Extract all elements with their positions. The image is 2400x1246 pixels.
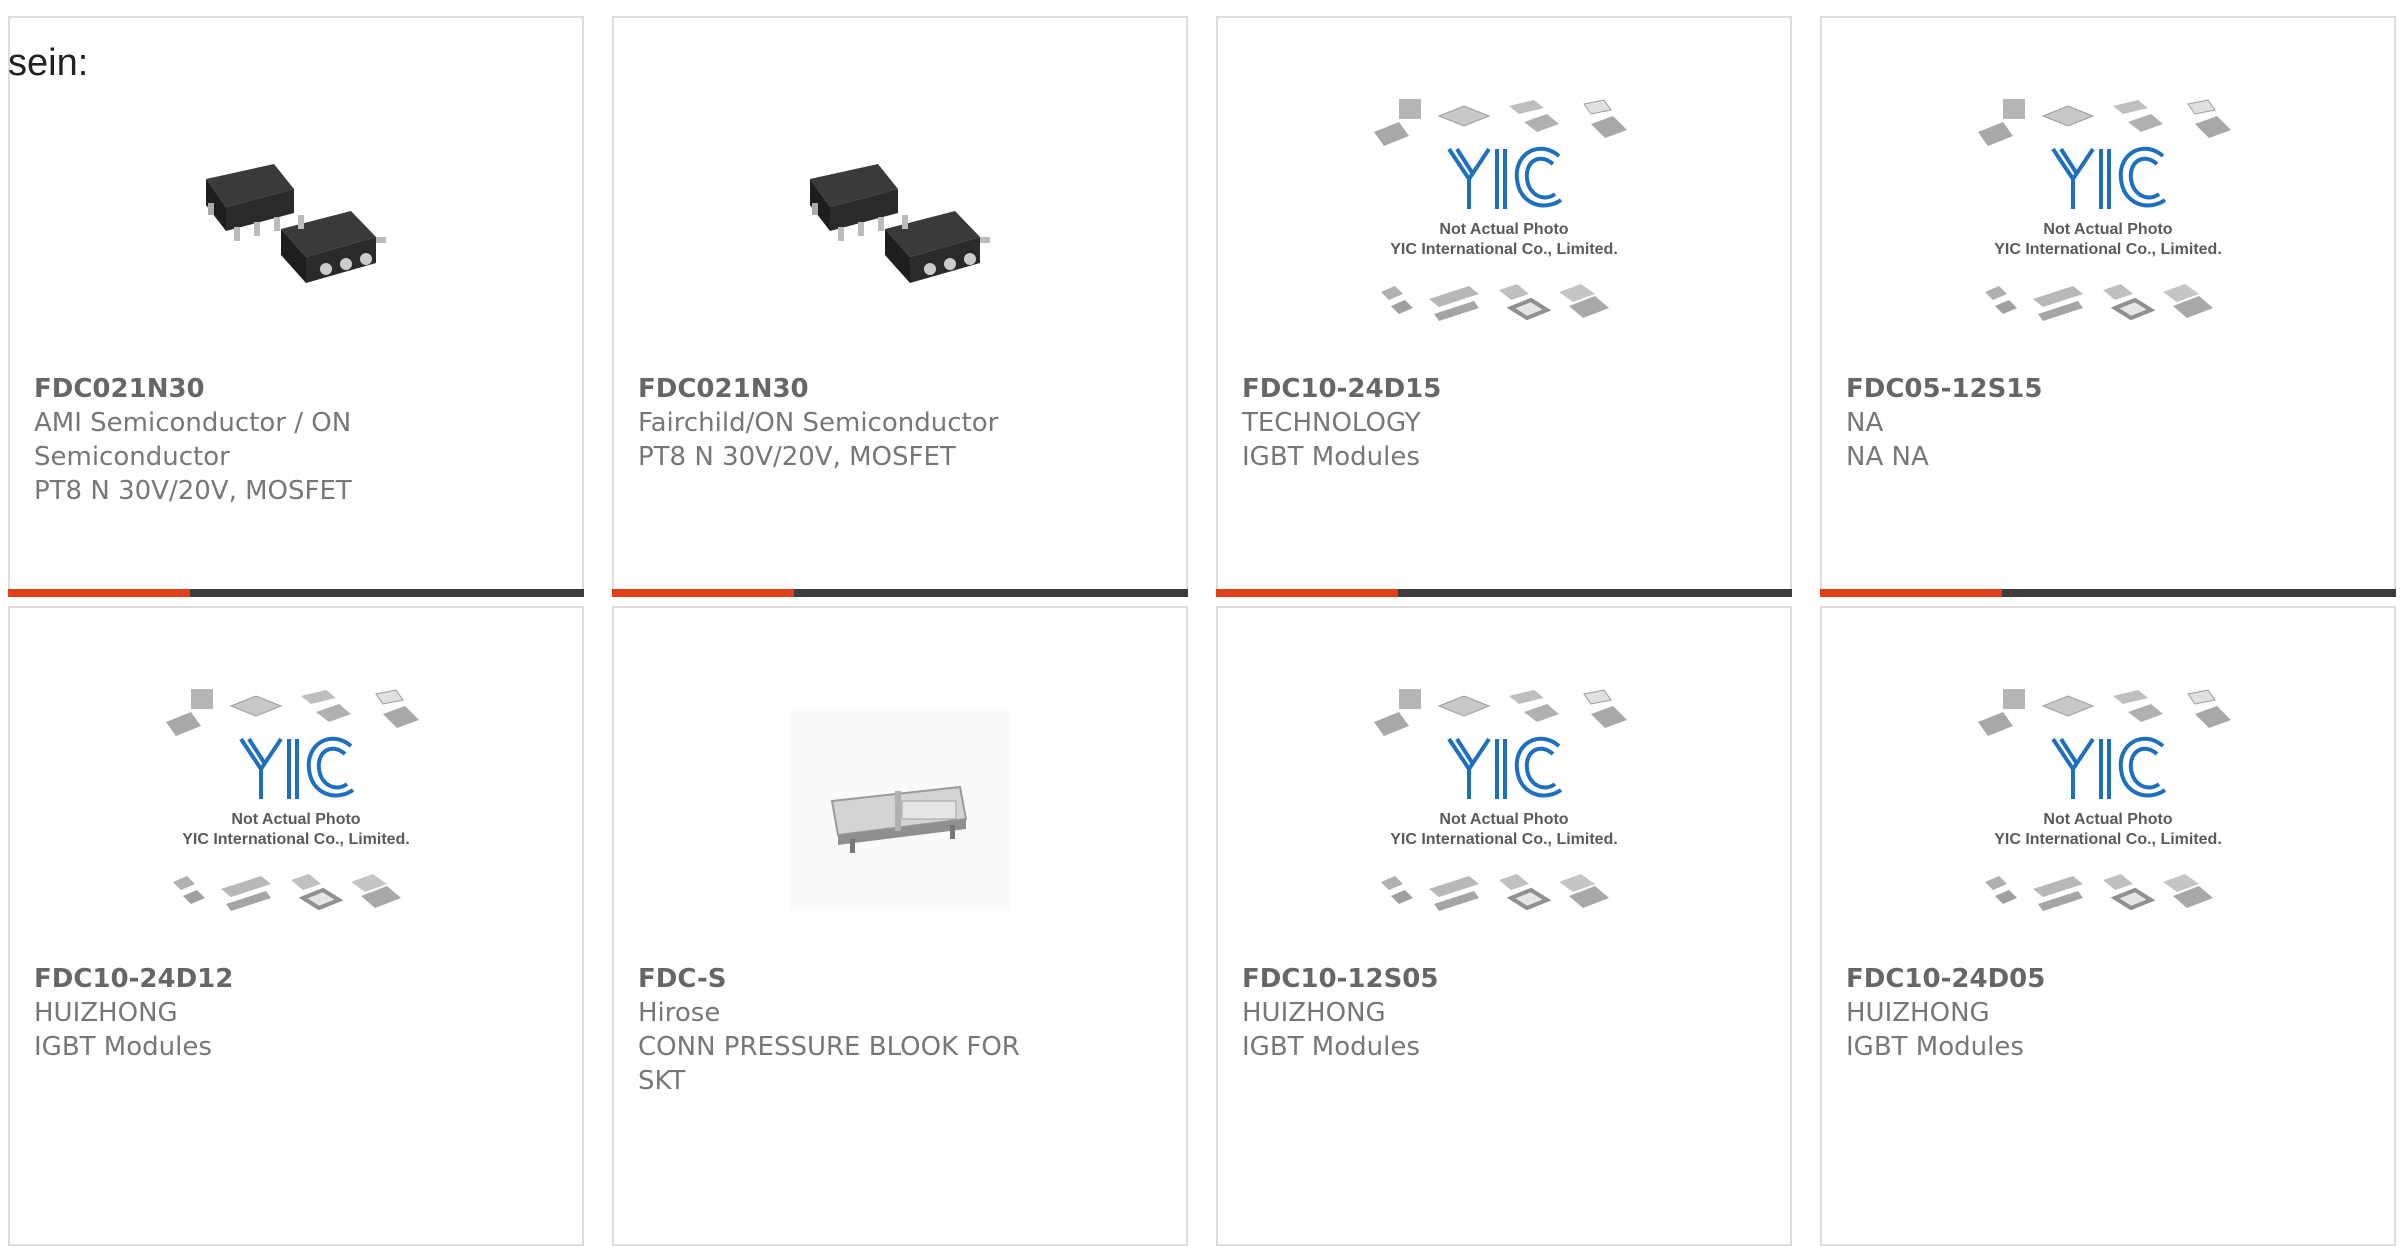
placeholder-company: YIC International Co., Limited. bbox=[182, 831, 410, 848]
product-info: FDC021N30 AMI Semiconductor / ON Semicondu… bbox=[34, 372, 484, 508]
product-card[interactable]: FDC-S Hirose CONN PRESSURE BLOOK FOR SKT bbox=[612, 606, 1188, 1246]
placeholder-company: YIC International Co., Limited. bbox=[1390, 831, 1618, 848]
yic-logo bbox=[1447, 146, 1563, 209]
part-number-link[interactable]: FDC05-12S15 bbox=[1846, 372, 2296, 406]
product-card[interactable]: FDC021N30 AMI Semiconductor / ON Semicondu… bbox=[8, 16, 584, 597]
yic-logo bbox=[2051, 146, 2167, 209]
product-thumbnail[interactable]: Not Actual Photo YIC International Co., … bbox=[1822, 74, 2394, 364]
manufacturer-name: TECHNOLOGY bbox=[1242, 408, 1421, 438]
part-number-link[interactable]: FDC021N30 bbox=[638, 372, 1088, 406]
placeholder-note: Not Actual Photo bbox=[2043, 221, 2172, 238]
product-card[interactable]: Not Actual Photo YIC International Co., … bbox=[1216, 606, 1792, 1246]
product-thumbnail[interactable]: Not Actual Photo YIC International Co., … bbox=[1218, 664, 1790, 954]
product-card[interactable]: Not Actual Photo YIC International Co., … bbox=[1820, 606, 2396, 1246]
card-hover-bar bbox=[8, 589, 584, 597]
part-number-link[interactable]: FDC-S bbox=[638, 962, 1088, 996]
product-description: SKT bbox=[638, 1066, 686, 1096]
product-info: FDC-S Hirose CONN PRESSURE BLOOK FOR SKT bbox=[638, 962, 1088, 1098]
product-thumbnail[interactable]: Not Actual Photo YIC International Co., … bbox=[10, 664, 582, 954]
product-info: FDC05-12S15 NA NA NA bbox=[1846, 372, 2296, 474]
product-card[interactable]: Not Actual Photo YIC International Co., … bbox=[1216, 16, 1792, 597]
manufacturer-name: HUIZHONG bbox=[1846, 998, 1990, 1028]
part-number-link[interactable]: FDC10-24D12 bbox=[34, 962, 484, 996]
product-description: IGBT Modules bbox=[1242, 1032, 1420, 1062]
card-hover-bar-accent bbox=[1820, 589, 2002, 597]
yic-placeholder-image: Not Actual Photo YIC International Co., … bbox=[1374, 689, 1627, 911]
yic-placeholder-image: Not Actual Photo YIC International Co., … bbox=[1978, 99, 2231, 321]
product-description: PT8 N 30V/20V, MOSFET bbox=[34, 476, 352, 506]
manufacturer-name: Semiconductor bbox=[34, 442, 230, 472]
card-hover-bar bbox=[612, 589, 1188, 597]
yic-placeholder-image: Not Actual Photo YIC International Co., … bbox=[166, 689, 419, 911]
manufacturer-name: AMI Semiconductor / ON bbox=[34, 408, 352, 438]
manufacturer-name: HUIZHONG bbox=[34, 998, 178, 1028]
card-hover-bar-accent bbox=[1216, 589, 1398, 597]
placeholder-note: Not Actual Photo bbox=[1439, 221, 1568, 238]
yic-logo bbox=[239, 736, 355, 799]
product-description: IGBT Modules bbox=[1846, 1032, 2024, 1062]
product-description: PT8 N 30V/20V, MOSFET bbox=[638, 442, 956, 472]
manufacturer-name: Fairchild/ON Semiconductor bbox=[638, 408, 999, 438]
part-number-link[interactable]: FDC10-12S05 bbox=[1242, 962, 1692, 996]
placeholder-company: YIC International Co., Limited. bbox=[1994, 831, 2222, 848]
product-info: FDC021N30 Fairchild/ON Semiconductor PT8 N… bbox=[638, 372, 1088, 474]
product-thumbnail[interactable]: Not Actual Photo YIC International Co., … bbox=[1822, 664, 2394, 954]
manufacturer-name: HUIZHONG bbox=[1242, 998, 1386, 1028]
product-card[interactable]: FDC021N30 Fairchild/ON Semiconductor PT8 N… bbox=[612, 16, 1188, 597]
part-number-link[interactable]: FDC021N30 bbox=[34, 372, 484, 406]
part-number-link[interactable]: FDC10-24D05 bbox=[1846, 962, 2296, 996]
placeholder-note: Not Actual Photo bbox=[2043, 811, 2172, 828]
placeholder-note: Not Actual Photo bbox=[1439, 811, 1568, 828]
manufacturer-name: CONN PRESSURE BLOOK FOR bbox=[638, 1032, 1020, 1062]
yic-placeholder-image: Not Actual Photo YIC International Co., … bbox=[1374, 99, 1627, 321]
yic-logo bbox=[2051, 736, 2167, 799]
product-thumbnail[interactable] bbox=[614, 664, 1186, 954]
placeholder-company: YIC International Co., Limited. bbox=[1994, 241, 2222, 258]
product-info: FDC10-24D12 HUIZHONG IGBT Modules bbox=[34, 962, 484, 1064]
card-hover-bar-accent bbox=[612, 589, 794, 597]
product-info: FDC10-24D15 TECHNOLOGY IGBT Modules bbox=[1242, 372, 1692, 474]
yic-placeholder-image: Not Actual Photo YIC International Co., … bbox=[1978, 689, 2231, 911]
card-hover-bar bbox=[1820, 589, 2396, 597]
product-thumbnail[interactable]: Not Actual Photo YIC International Co., … bbox=[1218, 74, 1790, 364]
intro-text: sein: bbox=[8, 42, 89, 84]
product-description: IGBT Modules bbox=[34, 1032, 212, 1062]
product-card[interactable]: Not Actual Photo YIC International Co., … bbox=[1820, 16, 2396, 597]
product-description: IGBT Modules bbox=[1242, 442, 1420, 472]
product-info: FDC10-12S05 HUIZHONG IGBT Modules bbox=[1242, 962, 1692, 1064]
placeholder-company: YIC International Co., Limited. bbox=[1390, 241, 1618, 258]
card-hover-bar bbox=[1216, 589, 1792, 597]
product-card[interactable]: Not Actual Photo YIC International Co., … bbox=[8, 606, 584, 1246]
card-hover-bar-accent bbox=[8, 589, 190, 597]
yic-logo bbox=[1447, 736, 1563, 799]
product-thumbnail[interactable] bbox=[10, 74, 582, 364]
sot-chip-image bbox=[790, 119, 1010, 319]
product-info: FDC10-24D05 HUIZHONG IGBT Modules bbox=[1846, 962, 2296, 1064]
manufacturer-name: NA bbox=[1846, 408, 1884, 438]
product-thumbnail[interactable] bbox=[614, 74, 1186, 364]
product-description: NA NA bbox=[1846, 442, 1929, 472]
connector-image bbox=[790, 709, 1010, 909]
part-number-link[interactable]: FDC10-24D15 bbox=[1242, 372, 1692, 406]
sot-chip-image bbox=[186, 119, 406, 319]
placeholder-note: Not Actual Photo bbox=[231, 811, 360, 828]
manufacturer-name: Hirose bbox=[638, 998, 721, 1028]
